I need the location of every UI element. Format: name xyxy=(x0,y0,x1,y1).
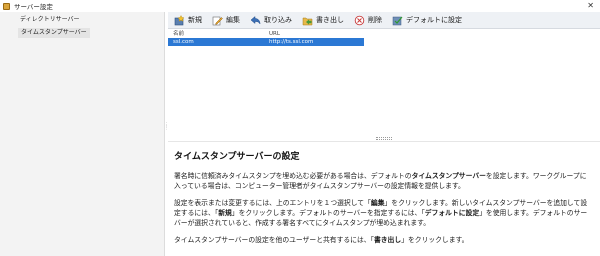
export-button[interactable]: 書き出し xyxy=(298,13,348,28)
help-text: 」をクリックします。 xyxy=(401,236,469,244)
help-bold-text: 新規 xyxy=(218,209,232,217)
help-paragraph-edit: 設定を表示または変更するには、上のエントリを１つ選択して「編集」をクリックします… xyxy=(174,198,592,228)
new-button-label: 新規 xyxy=(188,16,202,24)
sidebar-item-directory-server[interactable]: ディレクトリサーバー xyxy=(20,15,80,25)
window-title: サーバー設定 xyxy=(14,3,53,11)
table-header: 名前 URL xyxy=(168,30,364,38)
set-default-button[interactable]: デフォルトに設定 xyxy=(388,13,466,28)
help-panel: タイムスタンプサーバーの設定 署名時に信頼済みタイムスタンプを埋め込む必要がある… xyxy=(168,142,600,256)
edit-button-label: 編集 xyxy=(226,16,240,24)
help-bold-text: デフォルトに設定 xyxy=(424,209,480,217)
help-text: 設定を表示または変更するには、上のエントリを１つ選択して「 xyxy=(174,199,371,207)
help-paragraph-export: タイムスタンプサーバーの設定を他のユーザーと共有するには、「書き出し」をクリック… xyxy=(174,235,592,245)
delete-button[interactable]: 削除 xyxy=(350,13,386,28)
import-button[interactable]: 取り込み xyxy=(246,13,296,28)
app-icon xyxy=(3,2,10,10)
import-button-label: 取り込み xyxy=(264,16,292,24)
edit-icon xyxy=(212,15,223,26)
edit-button[interactable]: 編集 xyxy=(208,13,244,28)
help-bold-text: タイムスタンプサーバー xyxy=(411,172,486,180)
export-folder-icon xyxy=(302,15,313,26)
splitter-grip-icon xyxy=(376,137,392,140)
help-text: 署名時に信頼済みタイムスタンプを埋め込む必要がある場合は、デフォルトの xyxy=(174,172,412,180)
delete-icon xyxy=(354,15,365,26)
table-row[interactable]: ssl.com http://ts.ssl.com xyxy=(168,38,364,46)
title-bar: サーバー設定 ✕ xyxy=(0,0,600,12)
help-text: タイムスタンプサーバーの設定を他のユーザーと共有するには、「 xyxy=(174,236,374,244)
sidebar-item-timestamp-server[interactable]: タイムスタンプサーバー xyxy=(18,28,90,38)
export-button-label: 書き出し xyxy=(316,16,344,24)
help-text: 」をクリックします。デフォルトのサーバーを指定するには、「 xyxy=(231,209,425,217)
help-paragraph-intro: 署名時に信頼済みタイムスタンプを埋め込む必要がある場合は、デフォルトのタイムスタ… xyxy=(174,171,592,191)
row-url-cell: http://ts.ssl.com xyxy=(269,39,314,45)
set-default-icon xyxy=(392,15,403,26)
import-arrow-icon xyxy=(250,15,261,26)
set-default-button-label: デフォルトに設定 xyxy=(406,16,462,24)
column-header-url[interactable]: URL xyxy=(267,30,364,38)
help-bold-text: 書き出し xyxy=(373,236,402,244)
column-header-name[interactable]: 名前 xyxy=(168,30,267,38)
help-bold-text: 編集 xyxy=(370,199,385,207)
sidebar: ディレクトリサーバー タイムスタンプサーバー xyxy=(0,12,165,256)
new-server-icon xyxy=(174,14,185,26)
new-button[interactable]: 新規 xyxy=(170,13,206,28)
row-name-cell: ssl.com xyxy=(173,39,194,45)
server-list: 名前 URL ssl.com http://ts.ssl.com xyxy=(168,30,600,136)
close-icon[interactable]: ✕ xyxy=(587,1,594,11)
delete-button-label: 削除 xyxy=(368,16,382,24)
toolbar: 新規 編集 取り込み 書き出し 削除 デフォルトに設定 xyxy=(168,12,600,29)
help-heading: タイムスタンプサーバーの設定 xyxy=(174,152,300,162)
